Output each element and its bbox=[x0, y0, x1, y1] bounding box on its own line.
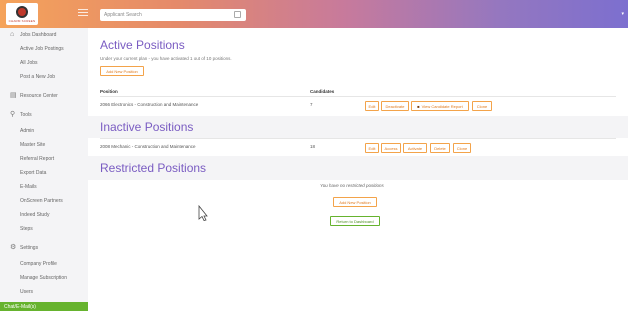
sidebar-item-label: Export Data bbox=[20, 170, 47, 176]
plan-usage-text: Under your current plan - you have activ… bbox=[100, 56, 232, 61]
active-positions-title: Active Positions bbox=[100, 38, 185, 52]
sidebar-item-label: Referral Report bbox=[20, 156, 55, 162]
mouse-cursor-icon bbox=[198, 205, 208, 221]
logo-mark bbox=[16, 5, 28, 18]
add-new-position-button[interactable]: Add New Position bbox=[100, 66, 144, 76]
sidebar-item-label: Resource Center bbox=[20, 93, 58, 99]
inactive-positions-title: Inactive Positions bbox=[100, 120, 194, 134]
sidebar-item-label: Active Job Postings bbox=[20, 46, 64, 52]
sidebar-item-label: Manage Subscription bbox=[20, 275, 67, 281]
logo-text: CHARM SCREEN bbox=[8, 18, 36, 23]
sidebar-item-label: Master Site bbox=[20, 142, 46, 148]
sidebar-item-label: Users bbox=[20, 289, 34, 295]
sidebar-item-label: Steps bbox=[20, 226, 33, 232]
column-header-candidates: Candidates bbox=[310, 89, 335, 94]
edit-button[interactable]: Edit bbox=[365, 143, 379, 153]
add-new-position-button[interactable]: Add New Position bbox=[333, 197, 377, 207]
sidebar-item-label: Company Profile bbox=[20, 261, 57, 267]
search-icon[interactable] bbox=[234, 11, 241, 18]
sidebar-item-label: Post a New Job bbox=[20, 74, 56, 80]
inactive-position-name[interactable]: 2008 Mechanic - Construction and Mainten… bbox=[100, 144, 196, 149]
sidebar-item-label: Tools bbox=[20, 112, 32, 118]
row-divider bbox=[100, 138, 616, 139]
book-icon: ▤ bbox=[10, 92, 17, 99]
view-candidate-report-label: View Candidate Report bbox=[421, 103, 463, 109]
row-divider bbox=[100, 96, 616, 97]
sidebar-item-label: Jobs Dashboard bbox=[20, 32, 57, 38]
no-restricted-positions-note: You have no restricted positions bbox=[320, 183, 384, 188]
restricted-positions-title: Restricted Positions bbox=[100, 161, 207, 175]
activate-button[interactable]: Activate bbox=[403, 143, 427, 153]
home-icon: ⌂ bbox=[10, 31, 15, 38]
deactivate-button[interactable]: Deactivate bbox=[381, 101, 409, 111]
report-icon: ■ bbox=[417, 103, 420, 109]
search-placeholder: Applicant Search bbox=[104, 12, 142, 18]
app-logo[interactable]: CHARM SCREEN bbox=[6, 3, 38, 25]
sidebar-item-label: OnScreen Partners bbox=[20, 198, 63, 204]
column-header-position: Position bbox=[100, 89, 118, 94]
active-candidate-count: 7 bbox=[310, 102, 313, 107]
access-button[interactable]: Access bbox=[381, 143, 401, 153]
sidebar-item-label: Admin bbox=[20, 128, 35, 134]
menu-toggle-icon[interactable] bbox=[78, 9, 88, 18]
inactive-candidate-count: 18 bbox=[310, 144, 316, 149]
active-position-name[interactable]: 2066 Electronics - Construction and Main… bbox=[100, 102, 198, 107]
main-content: Active Positions Under your current plan… bbox=[88, 28, 628, 311]
sidebar-item-label: All Jobs bbox=[20, 60, 38, 66]
edit-button[interactable]: Edit bbox=[365, 101, 379, 111]
delete-button[interactable]: Delete bbox=[430, 143, 450, 153]
sidebar-item-label: Indeed Study bbox=[20, 212, 50, 218]
clone-button[interactable]: Clone bbox=[453, 143, 471, 153]
user-menu-chevron-icon[interactable]: ▾ bbox=[621, 11, 624, 17]
applicant-search-input[interactable]: Applicant Search bbox=[100, 9, 246, 21]
return-to-dashboard-button[interactable]: Return to Dashboard bbox=[330, 216, 380, 226]
top-bar: CHARM SCREEN Applicant Search ▾ bbox=[0, 0, 628, 28]
search-icon: ⚲ bbox=[10, 111, 16, 118]
sidebar-item-label: E-Mails bbox=[20, 184, 37, 190]
gear-icon: ⚙ bbox=[10, 244, 17, 251]
sidebar-item-label: Settings bbox=[20, 245, 39, 251]
clone-button[interactable]: Clone bbox=[472, 101, 492, 111]
view-candidate-report-button[interactable]: ■ View Candidate Report bbox=[411, 101, 469, 111]
